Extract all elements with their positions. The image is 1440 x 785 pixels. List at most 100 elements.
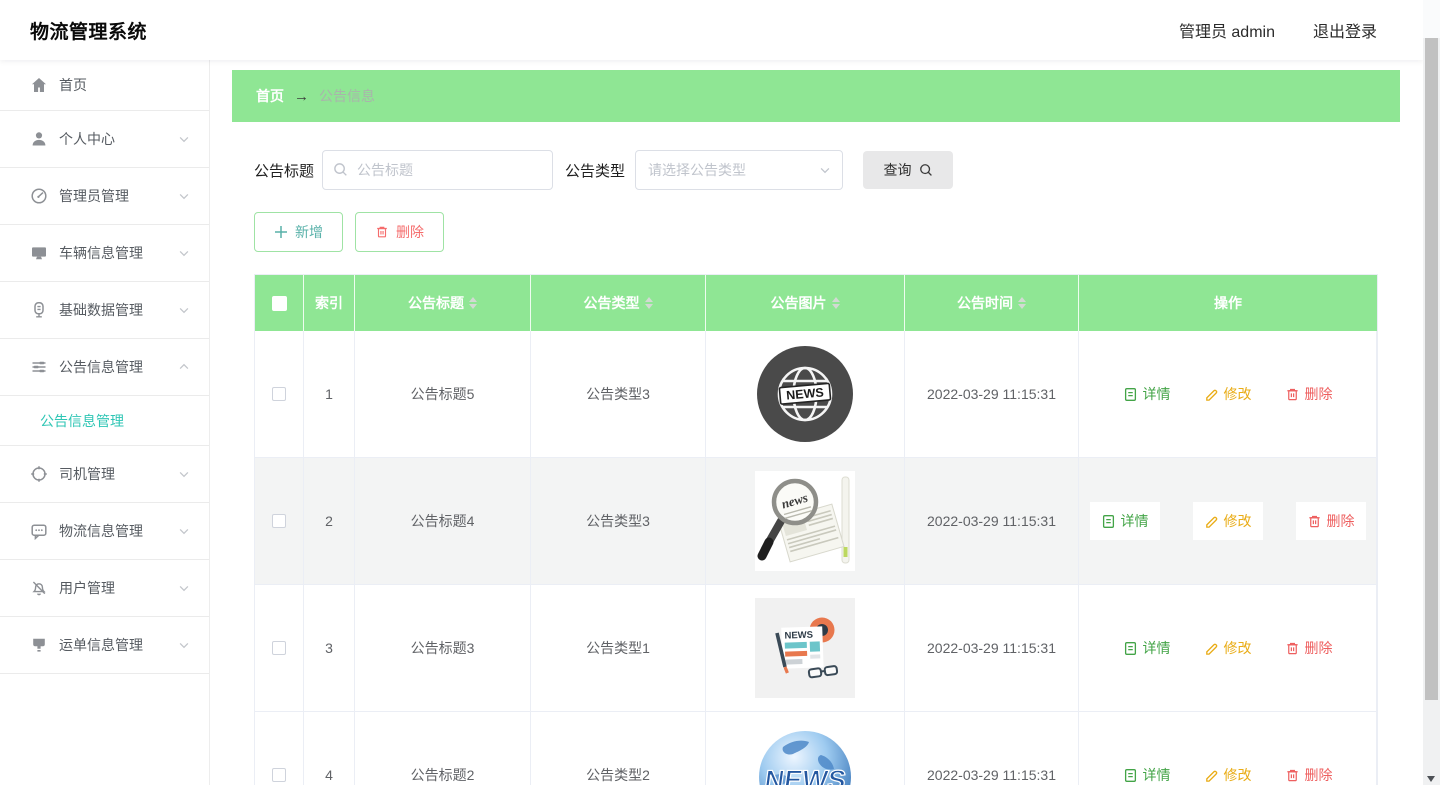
sidebar-subitem-announcement-info[interactable]: 公告信息管理 xyxy=(0,396,209,446)
edit-label: 修改 xyxy=(1223,386,1252,402)
search-icon xyxy=(334,163,347,176)
chevron-down-icon xyxy=(177,638,191,652)
row-checkbox[interactable] xyxy=(272,768,286,782)
logout-button[interactable]: 退出登录 xyxy=(1313,18,1377,42)
table-row: 4 公告标题2 公告类型2 NEWS 2022-03-29 11:15:31 详… xyxy=(255,712,1377,785)
sidebar-item-admin-management[interactable]: 管理员管理 xyxy=(0,168,209,225)
detail-button[interactable]: 详情 xyxy=(1123,638,1171,658)
detail-label: 详情 xyxy=(1142,767,1171,783)
breadcrumb-arrow-icon: → xyxy=(294,87,309,105)
actions-cell: 详情 修改 删除 xyxy=(1079,712,1377,785)
sidebar-menu: 首页 个人中心 管理员管理 车辆信息管理 基础数据管理 公告信息管理 公告信息管… xyxy=(0,60,210,785)
table-row: 2 公告标题4 公告类型3 news 2022-03-29 11:15:31 详… xyxy=(255,458,1377,585)
sidebar-item-label: 公告信息管理 xyxy=(59,359,143,375)
batch-delete-button[interactable]: 删除 xyxy=(355,212,444,252)
delete-button[interactable]: 删除 xyxy=(1285,638,1333,658)
edit-label: 修改 xyxy=(1223,767,1252,783)
delete-label: 删除 xyxy=(1326,513,1355,529)
breadcrumb: 首页 → 公告信息 xyxy=(232,70,1400,122)
detail-button[interactable]: 详情 xyxy=(1123,765,1171,785)
sidebar-item-vehicle-management[interactable]: 车辆信息管理 xyxy=(0,225,209,282)
column-header-image[interactable]: 公告图片 xyxy=(706,275,905,331)
document-icon xyxy=(1124,768,1136,782)
vertical-scrollbar[interactable] xyxy=(1423,0,1440,785)
search-icon xyxy=(919,164,932,176)
time-cell: 2022-03-29 11:15:31 xyxy=(905,712,1079,785)
column-header-title[interactable]: 公告标题 xyxy=(355,275,531,331)
plus-icon xyxy=(275,226,287,238)
sidebar-item-driver-management[interactable]: 司机管理 xyxy=(0,446,209,503)
sort-caret-icon[interactable] xyxy=(469,297,477,309)
table-row: 3 公告标题3 公告类型1 NEWS 2022-03-29 11:15:31 详… xyxy=(255,585,1377,712)
row-checkbox[interactable] xyxy=(272,514,286,528)
column-label: 公告标题 xyxy=(408,295,464,311)
select-all-checkbox[interactable] xyxy=(271,295,287,311)
announcement-title-input[interactable] xyxy=(322,150,554,190)
type-cell: 公告类型1 xyxy=(531,585,706,712)
select-placeholder: 请选择公告类型 xyxy=(648,162,747,178)
delete-label: 删除 xyxy=(1304,386,1333,402)
sidebar-item-waybill-management[interactable]: 运单信息管理 xyxy=(0,617,209,674)
scrollbar-down-arrow-icon[interactable] xyxy=(1427,776,1435,782)
chevron-up-icon xyxy=(177,360,191,374)
detail-button[interactable]: 详情 xyxy=(1089,502,1160,540)
document-icon xyxy=(1124,641,1136,655)
row-checkbox[interactable] xyxy=(272,641,286,655)
column-header-type[interactable]: 公告类型 xyxy=(531,275,706,331)
current-user[interactable]: 管理员 admin xyxy=(1179,18,1275,42)
column-header-actions: 操作 xyxy=(1079,275,1377,331)
edit-pen-icon xyxy=(1205,389,1217,401)
add-button[interactable]: 新增 xyxy=(254,212,343,252)
edit-label: 修改 xyxy=(1223,640,1252,656)
user-icon xyxy=(30,130,48,148)
sidebar-item-profile[interactable]: 个人中心 xyxy=(0,111,209,168)
sidebar-item-announcement-management[interactable]: 公告信息管理 xyxy=(0,339,209,396)
delete-button[interactable]: 删除 xyxy=(1295,502,1366,540)
select-all-header-cell xyxy=(255,275,304,331)
bell-off-icon xyxy=(30,579,48,597)
chevron-down-icon xyxy=(177,467,191,481)
time-cell: 2022-03-29 11:15:31 xyxy=(905,331,1079,458)
edit-button[interactable]: 修改 xyxy=(1204,765,1252,785)
sort-caret-icon[interactable] xyxy=(831,297,840,309)
sidebar-item-label: 物流信息管理 xyxy=(59,523,143,539)
scrollbar-thumb[interactable] xyxy=(1425,38,1438,700)
announcement-type-select[interactable]: 请选择公告类型 xyxy=(635,150,844,190)
column-label: 操作 xyxy=(1214,295,1242,311)
trash-icon xyxy=(1286,769,1298,781)
sort-caret-icon[interactable] xyxy=(644,297,653,309)
top-bar: 物流管理系统 管理员 admin 退出登录 xyxy=(0,0,1423,60)
time-cell: 2022-03-29 11:15:31 xyxy=(905,458,1079,585)
trash-icon xyxy=(377,226,387,238)
sidebar-item-label: 基础数据管理 xyxy=(59,302,143,318)
column-header-time[interactable]: 公告时间 xyxy=(905,275,1079,331)
column-label: 索引 xyxy=(315,295,343,311)
breadcrumb-home-link[interactable]: 首页 xyxy=(256,86,284,106)
sidebar-item-user-management[interactable]: 用户管理 xyxy=(0,560,209,617)
add-button-label: 新增 xyxy=(295,224,323,240)
sidebar-subitem-label: 公告信息管理 xyxy=(40,412,124,429)
brush-icon xyxy=(30,636,48,654)
sidebar-item-label: 管理员管理 xyxy=(59,188,129,204)
search-button[interactable]: 查询 xyxy=(863,151,954,189)
chat-icon xyxy=(30,522,48,540)
index-cell: 2 xyxy=(304,458,355,585)
edit-button[interactable]: 修改 xyxy=(1192,502,1263,540)
row-checkbox[interactable] xyxy=(272,387,286,401)
sidebar-item-logistics-management[interactable]: 物流信息管理 xyxy=(0,503,209,560)
delete-button[interactable]: 删除 xyxy=(1285,765,1333,785)
sidebar-item-label: 用户管理 xyxy=(59,580,115,596)
edit-button[interactable]: 修改 xyxy=(1204,638,1252,658)
trash-icon xyxy=(1286,642,1298,654)
trash-icon xyxy=(1286,388,1298,400)
type-filter-label: 公告类型 xyxy=(565,162,626,180)
delete-button[interactable]: 删除 xyxy=(1285,384,1333,404)
detail-button[interactable]: 详情 xyxy=(1123,384,1171,404)
edit-button[interactable]: 修改 xyxy=(1204,384,1252,404)
sidebar-item-home[interactable]: 首页 xyxy=(0,60,209,111)
sidebar-item-basic-data-management[interactable]: 基础数据管理 xyxy=(0,282,209,339)
main-content: 首页 → 公告信息 公告标题 公告类型 请选择公告类型 xyxy=(210,60,1423,785)
sort-caret-icon[interactable] xyxy=(1018,297,1026,309)
type-cell: 公告类型2 xyxy=(531,712,706,785)
title-filter-label: 公告标题 xyxy=(254,162,315,180)
